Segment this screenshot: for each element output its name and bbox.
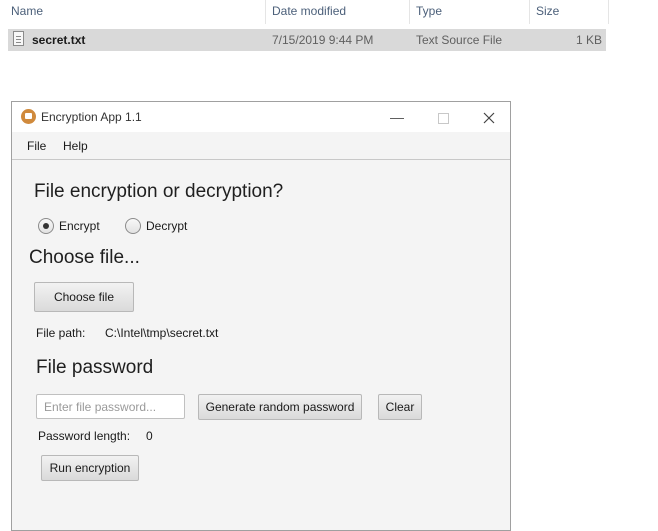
column-separator[interactable]: [529, 0, 530, 24]
menu-help[interactable]: Help: [63, 133, 88, 159]
maximize-icon: [437, 112, 449, 124]
clear-button[interactable]: Clear: [378, 394, 422, 420]
password-input[interactable]: [36, 394, 185, 419]
title-bar[interactable]: Encryption App 1.1 —: [12, 102, 510, 132]
file-path-label: File path:: [36, 326, 86, 340]
column-header-size[interactable]: Size: [536, 0, 559, 24]
password-length-value: 0: [146, 429, 153, 443]
minimize-button[interactable]: —: [374, 102, 420, 132]
file-explorer-list: Name ^ Date modified Type Size secret.tx…: [0, 0, 610, 60]
text-file-icon: [13, 31, 24, 46]
choose-file-heading: Choose file...: [29, 247, 140, 268]
file-row-secret-txt[interactable]: secret.txt 7/15/2019 9:44 PM Text Source…: [8, 29, 606, 51]
close-icon: [483, 112, 495, 124]
column-separator[interactable]: [608, 0, 609, 24]
column-header-type[interactable]: Type: [416, 0, 442, 24]
file-name: secret.txt: [32, 33, 86, 47]
column-header-name[interactable]: Name: [11, 0, 43, 24]
window-title: Encryption App 1.1: [41, 110, 142, 124]
password-length-label: Password length:: [38, 429, 131, 443]
encryption-app-window: Encryption App 1.1 — File Help File encr…: [11, 101, 511, 531]
column-separator[interactable]: [409, 0, 410, 24]
column-separator[interactable]: [265, 0, 266, 24]
radio-circle: [38, 218, 54, 234]
run-encryption-button[interactable]: Run encryption: [41, 455, 139, 481]
close-button[interactable]: [466, 102, 512, 132]
radio-selected-dot: [43, 223, 49, 229]
mode-heading: File encryption or decryption?: [34, 181, 284, 202]
sort-ascending-icon: ^: [131, 0, 136, 5]
column-header-date-modified[interactable]: Date modified: [272, 0, 346, 24]
menu-bar: File Help: [12, 133, 510, 160]
decrypt-radio-label: Decrypt: [146, 219, 188, 233]
app-lock-icon: [21, 109, 36, 124]
file-type: Text Source File: [416, 33, 503, 47]
radio-circle: [125, 218, 141, 234]
maximize-button[interactable]: [420, 102, 466, 132]
encrypt-radio-label: Encrypt: [59, 219, 100, 233]
file-date-modified: 7/15/2019 9:44 PM: [272, 33, 374, 47]
file-size: 1 KB: [575, 33, 602, 47]
file-path-value: C:\Intel\tmp\secret.txt: [105, 326, 219, 340]
menu-file[interactable]: File: [27, 133, 46, 159]
choose-file-button[interactable]: Choose file: [34, 282, 134, 312]
file-password-heading: File password: [36, 357, 154, 378]
generate-random-password-button[interactable]: Generate random password: [198, 394, 362, 420]
